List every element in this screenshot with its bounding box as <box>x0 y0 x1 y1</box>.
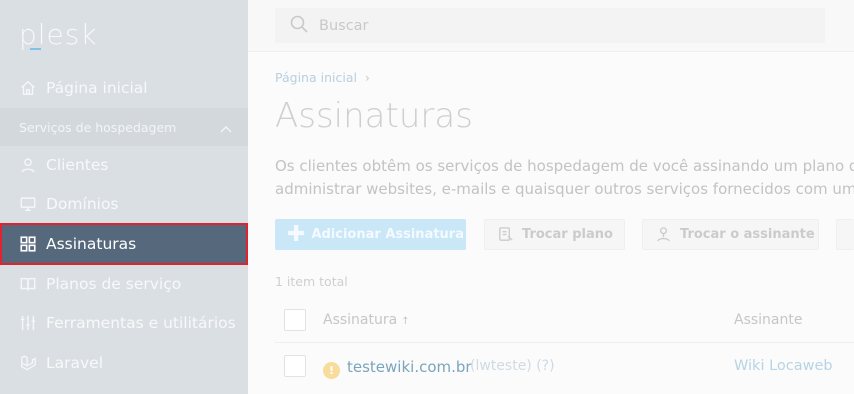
chevron-up-icon <box>220 121 232 136</box>
sidebar-item-label: Página inicial <box>46 78 148 97</box>
more-actions-button[interactable] <box>836 219 854 250</box>
description-line: Os clientes obtêm os serviços de hospeda… <box>275 157 854 175</box>
table-row: ! testewiki.com.br (lwteste) (?) Wiki Lo… <box>275 343 854 391</box>
search-box[interactable] <box>275 8 825 43</box>
items-total: 1 item total <box>275 274 348 289</box>
sidebar-item-planos[interactable]: Planos de serviço <box>0 264 248 303</box>
sidebar-group-hosting[interactable]: Serviços de hospedagem <box>0 108 248 146</box>
change-subscriber-icon <box>655 226 672 243</box>
button-label: Trocar o assinante <box>680 227 815 242</box>
main-content: Página inicial › Assinaturas Os clientes… <box>248 0 854 394</box>
monitor-icon <box>18 194 38 214</box>
sidebar-item-laravel[interactable]: Laravel <box>0 343 248 382</box>
sidebar-item-assinaturas[interactable]: Assinaturas <box>0 223 248 265</box>
page-description: Os clientes obtêm os serviços de hospeda… <box>275 155 854 201</box>
breadcrumb: Página inicial › <box>275 70 370 85</box>
user-icon <box>18 155 38 175</box>
column-label: Assinatura <box>323 312 398 328</box>
row-checkbox[interactable] <box>284 355 306 377</box>
button-label: Adicionar Assinatura <box>311 227 464 242</box>
warning-icon: ! <box>323 362 340 379</box>
sidebar-item-home[interactable]: Página inicial <box>0 68 248 107</box>
sort-arrow-icon: ↑ <box>401 316 410 327</box>
plus-icon: ✚ <box>287 221 306 247</box>
book-icon <box>18 274 38 294</box>
change-subscriber-button[interactable]: Trocar o assinante <box>642 219 819 250</box>
add-subscription-button[interactable]: ✚ Adicionar Assinatura <box>275 219 466 250</box>
home-icon <box>18 78 38 98</box>
sidebar-item-dominios[interactable]: Domínios <box>0 184 248 223</box>
plesk-logo[interactable]: plesk <box>19 18 98 51</box>
table-header: Assinatura ↑ Assinante <box>275 298 854 343</box>
tools-icon <box>18 313 38 333</box>
subscriber-link[interactable]: Wiki Locaweb <box>734 358 833 374</box>
sidebar-item-label: Assinaturas <box>46 235 137 253</box>
breadcrumb-separator: › <box>364 70 370 85</box>
sidebar-item-label: Domínios <box>46 194 119 213</box>
logo-text: plesk <box>19 18 98 51</box>
sidebar-item-label: Laravel <box>46 353 104 372</box>
description-line: administrar websites, e-mails e quaisque… <box>275 180 854 198</box>
grid-icon <box>18 234 38 254</box>
logo-accent <box>30 48 41 50</box>
column-header-subscriber[interactable]: Assinante <box>734 312 802 328</box>
breadcrumb-home-link[interactable]: Página inicial <box>275 70 357 85</box>
button-label: Trocar plano <box>522 227 613 242</box>
select-all-checkbox[interactable] <box>284 309 306 331</box>
subscription-meta[interactable]: (lwteste) (?) <box>470 358 555 374</box>
search-input[interactable] <box>319 17 719 34</box>
sidebar-group-label: Serviços de hospedagem <box>19 119 177 135</box>
sidebar-item-clientes[interactable]: Clientes <box>0 145 248 184</box>
sidebar-item-ferramentas[interactable]: Ferramentas e utilitários <box>0 303 248 342</box>
sidebar-item-label: Ferramentas e utilitários <box>46 313 236 332</box>
sidebar: plesk Página inicial Serviços de hospeda… <box>0 0 248 394</box>
column-header-subscription[interactable]: Assinatura ↑ <box>323 312 410 328</box>
laravel-icon <box>18 353 38 373</box>
page-title: Assinaturas <box>275 96 473 136</box>
subscription-domain-link[interactable]: testewiki.com.br <box>347 358 472 376</box>
search-icon <box>289 14 309 38</box>
top-bar <box>248 0 854 52</box>
sidebar-item-label: Clientes <box>46 155 109 174</box>
sidebar-item-label: Planos de serviço <box>46 274 182 293</box>
change-plan-button[interactable]: Trocar plano <box>484 219 625 250</box>
change-plan-icon <box>497 226 514 243</box>
